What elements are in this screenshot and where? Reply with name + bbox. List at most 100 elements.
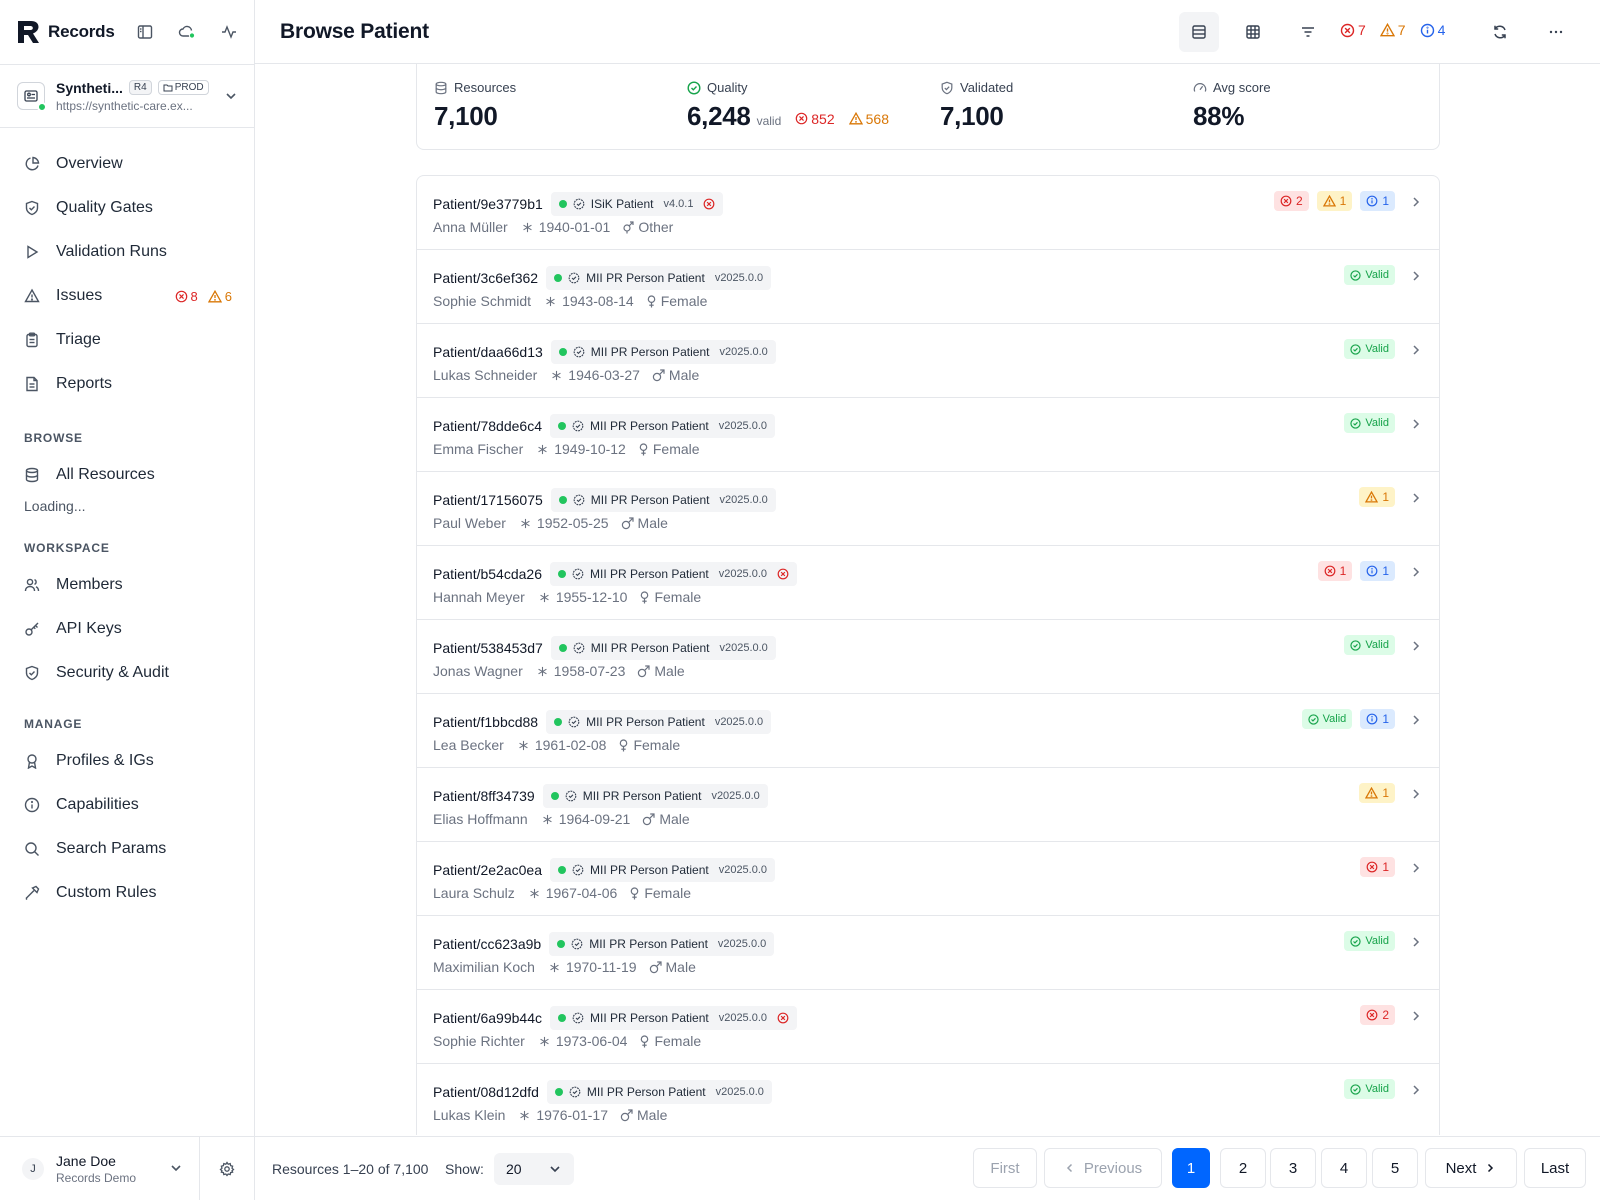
profile-badge[interactable]: MII PR Person Patient v2025.0.0 — [549, 858, 776, 882]
error-circle-icon — [1366, 1009, 1378, 1021]
nav-api-keys[interactable]: API Keys — [0, 607, 254, 651]
page-header: Browse Patient 7 7 4 — [255, 0, 1600, 64]
nav-issues[interactable]: Issues 8 6 — [0, 274, 254, 318]
resource-row[interactable]: Patient/9e3779b1 ISiK Patient v4.0.1 Anna M… — [417, 176, 1439, 250]
nav-capabilities[interactable]: Capabilities — [0, 783, 254, 827]
resource-id[interactable]: Patient/2e2ac0ea — [433, 862, 542, 878]
nav-validation-runs[interactable]: Validation Runs — [0, 230, 254, 274]
fhir-version-tag: R4 — [128, 80, 152, 95]
profile-badge[interactable]: MII PR Person Patient v2025.0.0 — [549, 1006, 798, 1030]
resource-id[interactable]: Patient/cc623a9b — [433, 936, 541, 952]
resource-row[interactable]: Patient/78dde6c4 MII PR Person Patient v20… — [417, 398, 1439, 472]
profile-badge[interactable]: MII PR Person Patient v2025.0.0 — [549, 932, 775, 956]
page-button-2[interactable]: 2 — [1220, 1148, 1266, 1188]
previous-page-button[interactable]: Previous — [1044, 1148, 1162, 1188]
last-page-button[interactable]: Last — [1524, 1148, 1586, 1188]
profile-badge[interactable]: ISiK Patient v4.0.1 — [550, 192, 724, 216]
error-circle-icon — [777, 568, 789, 580]
user-menu[interactable]: J Jane Doe Records Demo — [0, 1136, 200, 1200]
header-info-count[interactable]: 4 — [1420, 22, 1445, 38]
next-page-button[interactable]: Next — [1425, 1148, 1517, 1188]
nav-triage[interactable]: Triage — [0, 318, 254, 362]
profile-badge[interactable]: MII PR Person Patient v2025.0.0 — [546, 1080, 772, 1104]
resource-row[interactable]: Patient/3c6ef362 MII PR Person Patient v20… — [417, 250, 1439, 324]
resource-row[interactable]: Patient/daa66d13 MII PR Person Patient v20… — [417, 324, 1439, 398]
warning-count: 1 — [1382, 490, 1389, 504]
page-button-5[interactable]: 5 — [1372, 1148, 1418, 1188]
profile-badge[interactable]: MII PR Person Patient v2025.0.0 — [549, 562, 798, 586]
profile-name: MII PR Person Patient — [586, 1085, 706, 1099]
resource-row[interactable]: Patient/08d12dfd MII PR Person Patient v20… — [417, 1064, 1439, 1135]
resource-row[interactable]: Patient/2e2ac0ea MII PR Person Patient v20… — [417, 842, 1439, 916]
valid-label: Valid — [1365, 343, 1389, 355]
profile-version: v2025.0.0 — [717, 938, 767, 950]
nav-members[interactable]: Members — [0, 563, 254, 607]
table-view-button[interactable] — [1233, 12, 1273, 52]
profile-badge[interactable]: MII PR Person Patient v2025.0.0 — [542, 784, 768, 808]
nav-profiles-igs[interactable]: Profiles & IGs — [0, 739, 254, 783]
resource-id[interactable]: Patient/b54cda26 — [433, 566, 542, 582]
cloud-status-icon[interactable] — [166, 20, 208, 44]
nav-search-params[interactable]: Search Params — [0, 827, 254, 871]
first-page-button[interactable]: First — [973, 1148, 1037, 1188]
chevron-right-icon — [1488, 1163, 1494, 1173]
header-warning-count[interactable]: 7 — [1379, 22, 1406, 38]
database-icon — [25, 467, 39, 483]
profile-badge[interactable]: MII PR Person Patient v2025.0.0 — [550, 636, 776, 660]
resource-id[interactable]: Patient/538453d7 — [433, 640, 543, 656]
header-error-count[interactable]: 7 — [1340, 22, 1366, 38]
valid-label: Valid — [1365, 417, 1389, 429]
resource-row[interactable]: Patient/f1bbcd88 MII PR Person Patient v20… — [417, 694, 1439, 768]
resource-list: Patient/9e3779b1 ISiK Patient v4.0.1 Anna M… — [416, 175, 1440, 1135]
nav-all-resources[interactable]: All Resources — [0, 453, 254, 497]
profile-badge[interactable]: MII PR Person Patient v2025.0.0 — [550, 340, 776, 364]
profile-badge[interactable]: MII PR Person Patient v2025.0.0 — [549, 414, 776, 438]
resource-id[interactable]: Patient/9e3779b1 — [433, 196, 543, 212]
resource-id[interactable]: Patient/3c6ef362 — [433, 270, 538, 286]
chevron-right-icon — [1413, 1011, 1420, 1021]
nav-label: Custom Rules — [56, 884, 157, 901]
profile-badge[interactable]: MII PR Person Patient v2025.0.0 — [546, 266, 772, 290]
warning-count: 1 — [1382, 786, 1389, 800]
page-button-1[interactable]: 1 — [1172, 1148, 1210, 1188]
resource-id[interactable]: Patient/08d12dfd — [433, 1084, 539, 1100]
server-name: Syntheti... — [56, 79, 123, 96]
page-button-3[interactable]: 3 — [1270, 1148, 1316, 1188]
resource-id[interactable]: Patient/17156075 — [433, 492, 543, 508]
resource-row[interactable]: Patient/538453d7 MII PR Person Patient v20… — [417, 620, 1439, 694]
page-button-4[interactable]: 4 — [1321, 1148, 1367, 1188]
nav-custom-rules[interactable]: Custom Rules — [0, 871, 254, 915]
resource-id[interactable]: Patient/daa66d13 — [433, 344, 543, 360]
resource-row[interactable]: Patient/b54cda26 MII PR Person Patient v20… — [417, 546, 1439, 620]
folder-icon — [163, 84, 173, 92]
hammer-icon — [25, 885, 40, 900]
resource-row[interactable]: Patient/8ff34739 MII PR Person Patient v20… — [417, 768, 1439, 842]
resource-row[interactable]: Patient/6a99b44c MII PR Person Patient v20… — [417, 990, 1439, 1064]
filter-button[interactable] — [1288, 12, 1328, 52]
nav-reports[interactable]: Reports — [0, 362, 254, 406]
info-icon — [24, 797, 40, 813]
brand[interactable]: Records — [16, 18, 115, 46]
page-size-select[interactable]: 20 — [494, 1153, 574, 1185]
resource-row[interactable]: Patient/17156075 MII PR Person Patient v20… — [417, 472, 1439, 546]
nav-quality-gates[interactable]: Quality Gates — [0, 186, 254, 230]
activity-icon[interactable] — [208, 20, 250, 44]
header-issue-counts[interactable]: 7 7 4 — [1340, 22, 1445, 38]
pie-chart-icon — [25, 156, 40, 171]
resource-id[interactable]: Patient/f1bbcd88 — [433, 714, 538, 730]
profile-badge[interactable]: MII PR Person Patient v2025.0.0 — [550, 488, 776, 512]
settings-gear-icon[interactable] — [200, 1137, 254, 1200]
list-view-button[interactable] — [1179, 12, 1219, 52]
resource-row[interactable]: Patient/cc623a9b MII PR Person Patient v20… — [417, 916, 1439, 990]
nav-overview[interactable]: Overview — [0, 142, 254, 186]
profile-badge[interactable]: MII PR Person Patient v2025.0.0 — [546, 710, 772, 734]
nav-security-audit[interactable]: Security & Audit — [0, 651, 254, 695]
more-options-button[interactable] — [1536, 12, 1576, 52]
server-selector[interactable]: Syntheti... R4 PROD https://synthetic-ca… — [0, 64, 254, 128]
refresh-button[interactable] — [1480, 12, 1520, 52]
resource-id[interactable]: Patient/6a99b44c — [433, 1010, 542, 1026]
sidebar-toggle-icon[interactable] — [124, 20, 166, 44]
check-circle-icon — [1350, 269, 1361, 281]
resource-id[interactable]: Patient/8ff34739 — [433, 788, 535, 804]
resource-id[interactable]: Patient/78dde6c4 — [433, 418, 542, 434]
